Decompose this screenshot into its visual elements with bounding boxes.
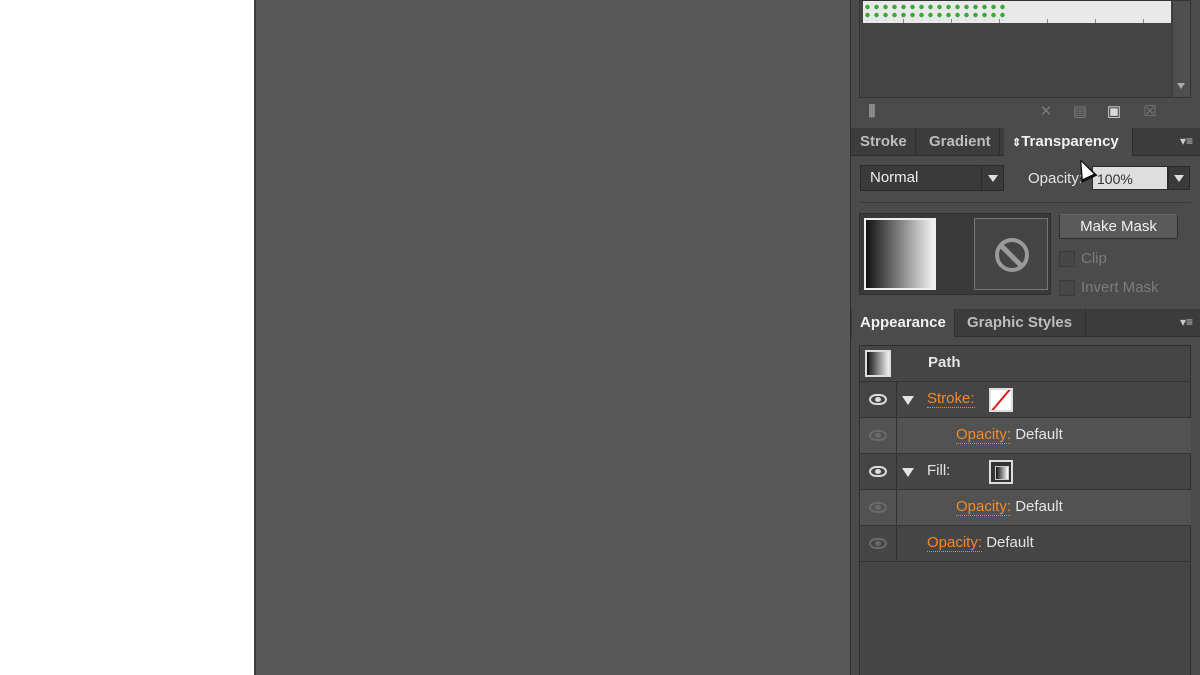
tab-transparency[interactable]: ⇕Transparency: [1004, 128, 1133, 156]
object-opacity-attribute: Opacity: Default: [927, 534, 1034, 552]
right-panel-dock: ⫼ ✕ ▤ ▣ ☒ Stroke Gradient ⇕Transparency …: [850, 0, 1200, 675]
transparency-tabbar: Stroke Gradient ⇕Transparency ▾≡: [851, 128, 1200, 156]
chevron-down-icon[interactable]: [981, 166, 1003, 190]
eye-icon: [869, 430, 887, 441]
tab-toggle-icon: ⇕: [1012, 137, 1022, 149]
swatches-list[interactable]: [859, 0, 1191, 98]
library-icon[interactable]: ⫼: [863, 104, 881, 120]
tab-graphic-styles[interactable]: Graphic Styles: [959, 309, 1086, 337]
opacity-link[interactable]: Opacity:: [956, 498, 1012, 516]
fill-swatch[interactable]: [989, 460, 1013, 484]
opacity-input[interactable]: 100%: [1092, 166, 1168, 190]
tab-gradient[interactable]: Gradient: [921, 128, 1000, 156]
opacity-value: Default: [986, 534, 1034, 551]
visibility-toggle[interactable]: [860, 526, 897, 561]
clip-label: Clip: [1081, 250, 1107, 267]
make-mask-button[interactable]: Make Mask: [1059, 214, 1178, 239]
opacity-link[interactable]: Opacity:: [927, 534, 983, 552]
appearance-tabbar: Appearance Graphic Styles ▾≡: [851, 309, 1200, 337]
eye-icon: [869, 466, 887, 477]
stroke-swatch[interactable]: [989, 388, 1013, 412]
swatch-dividers: [903, 19, 1163, 23]
stroke-link[interactable]: Stroke:: [927, 390, 975, 408]
trash-icon[interactable]: ☒: [1141, 104, 1159, 120]
blend-mode-select[interactable]: Normal: [860, 165, 1004, 191]
eye-icon: [869, 394, 887, 405]
fill-label: Fill:: [927, 462, 951, 479]
eye-icon: [869, 538, 887, 549]
stroke-row[interactable]: Stroke:: [860, 382, 1191, 418]
clip-checkbox[interactable]: [1059, 251, 1075, 267]
visibility-toggle[interactable]: [860, 382, 897, 417]
disclosure-triangle-icon[interactable]: [902, 396, 914, 405]
opacity-dropdown-icon[interactable]: [1168, 166, 1190, 190]
opacity-value: Default: [1015, 426, 1063, 443]
panel-menu-icon[interactable]: ▾≡: [1175, 134, 1193, 148]
stroke-opacity-attribute: Opacity: Default: [956, 426, 1063, 444]
opacity-link[interactable]: Opacity:: [956, 426, 1012, 444]
stroke-opacity-row[interactable]: Opacity: Default: [860, 418, 1191, 454]
scroll-down-icon[interactable]: [1177, 83, 1185, 89]
no-mask-icon: [995, 238, 1029, 272]
swatch-row[interactable]: [863, 1, 1171, 23]
appearance-list: Path Stroke: Opacity: Default Fill: Opac…: [859, 345, 1191, 675]
visibility-toggle[interactable]: [860, 490, 897, 525]
stroke-attribute: Stroke:: [927, 390, 975, 408]
invert-mask-checkbox[interactable]: [1059, 280, 1075, 296]
tab-stroke[interactable]: Stroke: [852, 128, 916, 156]
fill-row[interactable]: Fill:: [860, 454, 1191, 490]
break-link-icon[interactable]: ✕: [1037, 104, 1055, 120]
swatch-options-icon[interactable]: ▤: [1071, 104, 1089, 120]
opacity-value: Default: [1015, 498, 1063, 515]
path-thumbnail: [865, 350, 891, 377]
blend-mode-value: Normal: [870, 169, 919, 186]
visibility-toggle[interactable]: [860, 418, 897, 453]
appearance-object-row[interactable]: Path: [860, 346, 1191, 382]
tab-appearance[interactable]: Appearance: [852, 309, 955, 337]
object-type-label: Path: [928, 354, 961, 371]
divider: [859, 202, 1191, 203]
artboard-white-area: [0, 0, 254, 675]
tab-transparency-label: Transparency: [1021, 133, 1119, 150]
object-opacity-row[interactable]: Opacity: Default: [860, 526, 1191, 562]
new-swatch-icon[interactable]: ▣: [1105, 104, 1123, 120]
fill-opacity-attribute: Opacity: Default: [956, 498, 1063, 516]
panel-menu-icon[interactable]: ▾≡: [1175, 315, 1193, 329]
swatches-scrollbar[interactable]: [1172, 1, 1190, 97]
fill-opacity-row[interactable]: Opacity: Default: [860, 490, 1191, 526]
swatches-toolbar: ⫼ ✕ ▤ ▣ ☒: [859, 100, 1191, 126]
mask-thumbnail[interactable]: [974, 218, 1048, 290]
invert-mask-label: Invert Mask: [1081, 279, 1159, 296]
object-thumbnail[interactable]: [864, 218, 936, 290]
disclosure-triangle-icon[interactable]: [902, 468, 914, 477]
visibility-toggle[interactable]: [860, 454, 897, 489]
document-canvas[interactable]: [254, 0, 850, 675]
eye-icon: [869, 502, 887, 513]
